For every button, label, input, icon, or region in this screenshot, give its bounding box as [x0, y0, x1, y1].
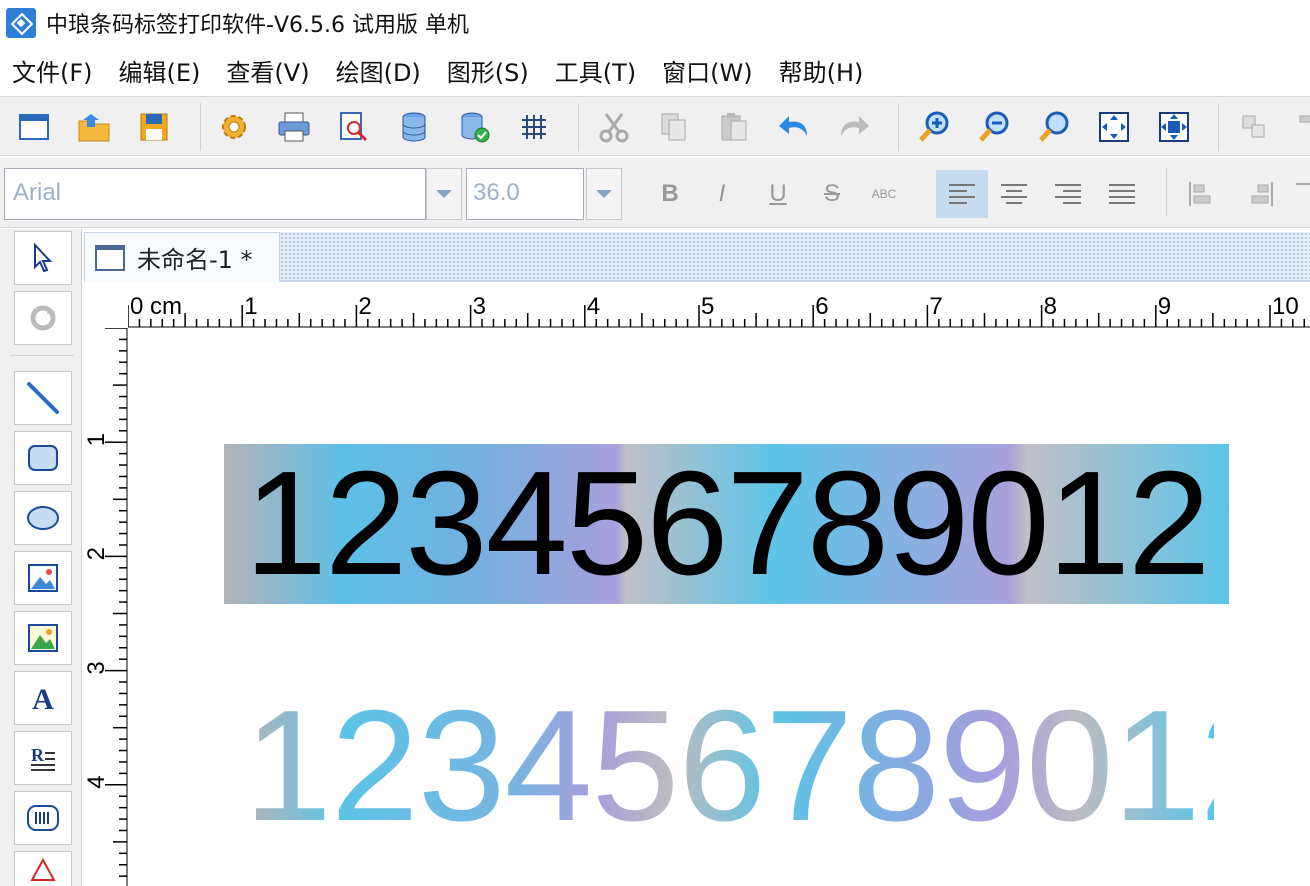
gradient-digits-text[interactable]: 123456789012: [244, 676, 1287, 857]
database-icon[interactable]: [394, 107, 434, 147]
group-icon[interactable]: [1234, 107, 1274, 147]
h-ruler-label: 6: [815, 293, 828, 320]
print-preview-icon[interactable]: [334, 107, 374, 147]
bold-button[interactable]: B: [646, 170, 694, 218]
menu-tools[interactable]: 工具(T): [555, 53, 636, 88]
menu-bar: 文件(F) 编辑(E) 查看(V) 绘图(D) 图形(S) 工具(T) 窗口(W…: [0, 46, 1310, 94]
barcode-digits-text: 123456789012: [244, 441, 1211, 606]
image-tool-icon[interactable]: [14, 551, 72, 605]
h-ruler-label: 1: [244, 293, 257, 320]
undo-icon[interactable]: [774, 107, 814, 147]
font-size-dropdown-icon[interactable]: [586, 168, 622, 220]
ruler-unit-label: 0 cm: [130, 293, 182, 320]
h-ruler-label: 10: [1272, 293, 1299, 320]
ruler-corner: [84, 284, 128, 328]
align-left-icon[interactable]: [936, 170, 988, 218]
h-ruler-label: 3: [473, 293, 486, 320]
zoom-fit-icon[interactable]: [1034, 107, 1074, 147]
document-tabbar: 未命名-1 *: [84, 232, 1310, 282]
v-ruler-label: 2: [84, 547, 110, 560]
h-ruler-label: 2: [358, 293, 371, 320]
menu-help[interactable]: 帮助(H): [779, 53, 864, 88]
svg-text:R: R: [31, 745, 45, 765]
h-ruler-label: 4: [587, 293, 600, 320]
barcode-tool-icon[interactable]: [14, 791, 72, 845]
new-file-icon[interactable]: [14, 107, 54, 147]
rich-text-tool-icon[interactable]: R: [14, 731, 72, 785]
window-title: 中琅条码标签打印软件-V6.5.6 试用版 单机: [46, 13, 469, 38]
v-ruler-label: 1: [84, 433, 110, 446]
h-ruler-label: 8: [1044, 293, 1057, 320]
menu-edit[interactable]: 编辑(E): [119, 53, 201, 88]
h-ruler-label: 5: [701, 293, 714, 320]
v-ruler-label: 3: [84, 661, 110, 674]
rotate-icon[interactable]: [14, 291, 72, 345]
align-objects-right-icon[interactable]: [1236, 170, 1284, 218]
font-size-select[interactable]: 36.0: [466, 168, 584, 220]
font-family-select[interactable]: Arial: [4, 168, 426, 220]
line-tool-icon[interactable]: [14, 371, 72, 425]
gradient-background-textbox[interactable]: 123456789012: [224, 441, 1229, 606]
menu-draw[interactable]: 绘图(D): [336, 53, 421, 88]
zoom-page-icon[interactable]: [1094, 107, 1134, 147]
h-ruler-label: 9: [1158, 293, 1171, 320]
horizontal-ruler: 0 cm 1 2 3 4 5 6 7 8 9 10: [84, 284, 1310, 328]
select-pointer-icon[interactable]: [14, 231, 72, 285]
paste-icon[interactable]: [714, 107, 754, 147]
database-connect-icon[interactable]: [454, 107, 494, 147]
document-tab-label: 未命名-1 *: [137, 246, 253, 274]
vertical-ruler: 1 2 3 4: [84, 327, 128, 886]
zoom-in-icon[interactable]: [914, 107, 954, 147]
cut-icon[interactable]: [594, 107, 634, 147]
ellipse-tool-icon[interactable]: [14, 491, 72, 545]
document-window-icon: [95, 244, 125, 271]
save-icon[interactable]: [134, 107, 174, 147]
zoom-out-icon[interactable]: [974, 107, 1014, 147]
document-tab[interactable]: 未命名-1 *: [84, 232, 280, 282]
svg-text:A: A: [32, 683, 54, 713]
format-toolbar: Arial 36.0 B I U S ABC: [0, 158, 1310, 228]
print-icon[interactable]: [274, 107, 314, 147]
align-icon[interactable]: [1294, 107, 1310, 147]
menu-file[interactable]: 文件(F): [12, 53, 93, 88]
menu-view[interactable]: 查看(V): [226, 53, 309, 88]
main-toolbar: [0, 96, 1310, 156]
picture-tool-icon[interactable]: [14, 611, 72, 665]
menu-window[interactable]: 窗口(W): [662, 53, 752, 88]
underline-button[interactable]: U: [754, 170, 802, 218]
redo-icon[interactable]: [834, 107, 874, 147]
font-family-dropdown-icon[interactable]: [426, 168, 462, 220]
copy-icon[interactable]: [654, 107, 694, 147]
app-logo-icon: [6, 8, 36, 38]
title-bar: 中琅条码标签打印软件-V6.5.6 试用版 单机: [0, 0, 1310, 46]
text-tool-icon[interactable]: A: [14, 671, 72, 725]
align-objects-left-icon[interactable]: [1178, 170, 1226, 218]
rectangle-tool-icon[interactable]: [14, 431, 72, 485]
align-objects-top-icon[interactable]: [1292, 170, 1310, 218]
align-justify-icon[interactable]: [1098, 170, 1146, 218]
italic-button[interactable]: I: [698, 170, 746, 218]
zoom-actual-icon[interactable]: [1154, 107, 1194, 147]
v-ruler-label: 4: [84, 775, 110, 788]
qrcode-tool-icon[interactable]: [14, 851, 72, 886]
open-folder-icon[interactable]: [74, 107, 114, 147]
h-ruler-label: 7: [929, 293, 942, 320]
settings-gear-icon[interactable]: [214, 107, 254, 147]
align-center-icon[interactable]: [990, 170, 1038, 218]
grid-icon[interactable]: [514, 107, 554, 147]
menu-shape[interactable]: 图形(S): [447, 53, 529, 88]
text-wrap-button[interactable]: ABC: [860, 170, 908, 218]
design-canvas[interactable]: 0 cm 1 2 3 4 5 6 7 8 9 10 1 2 3 4 123456789012 12345…: [84, 284, 1310, 886]
drawing-toolbox: A R: [0, 229, 82, 886]
strikethrough-button[interactable]: S: [808, 170, 856, 218]
align-right-icon[interactable]: [1044, 170, 1092, 218]
